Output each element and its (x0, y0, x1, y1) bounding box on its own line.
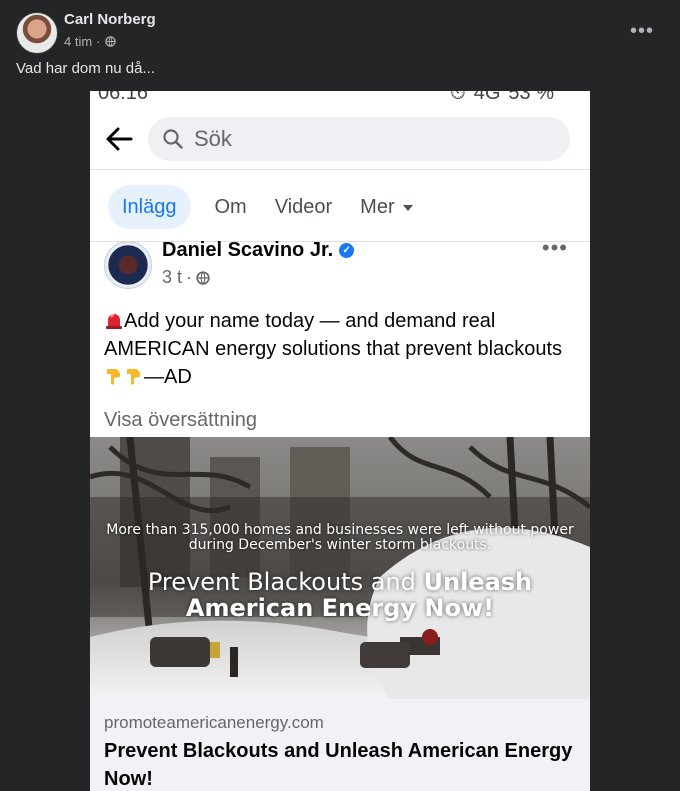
battery-level: 53 % (508, 91, 554, 104)
ad-headline: Prevent Blackouts and Unleash American E… (90, 569, 590, 621)
globe-icon (196, 270, 210, 285)
alarm-icon: ⏲ (450, 91, 466, 104)
post-meta: 4 tim · (64, 34, 116, 49)
search-icon (163, 129, 183, 149)
page-post-meta: 3 t · (162, 267, 210, 288)
search-bar[interactable] (148, 117, 570, 161)
tab-inlagg[interactable]: Inlägg (108, 185, 191, 229)
page-avatar[interactable] (104, 241, 152, 289)
post-time[interactable]: 4 tim (64, 34, 92, 49)
point-down-emoji-icon (127, 369, 140, 385)
status-time: 06:16 (98, 91, 149, 104)
embedded-screenshot[interactable]: 06:16 ⏲ 4G 53 % Inlägg Om Videor Mer Dan… (90, 91, 590, 791)
back-arrow-icon[interactable] (104, 125, 134, 153)
page-name[interactable]: Daniel Scavino Jr. (162, 239, 333, 262)
ad-image[interactable]: More than 315,000 homes and businesses w… (90, 437, 590, 699)
link-domain: promoteamericanenergy.com (104, 713, 324, 732)
point-down-emoji-icon (107, 369, 120, 385)
post-author-name[interactable]: Carl Norberg (64, 11, 156, 28)
page-post-time[interactable]: 3 t (162, 267, 182, 288)
search-input[interactable] (192, 125, 556, 153)
page-name-row: Daniel Scavino Jr. ✓ (162, 239, 355, 262)
status-icons: ⏲ 4G 53 % (450, 91, 554, 105)
tab-mer[interactable]: Mer (346, 185, 426, 229)
avatar[interactable] (16, 12, 58, 54)
tab-videor[interactable]: Videor (261, 185, 346, 229)
network-label: 4G (473, 91, 501, 104)
post-text: Vad har dom nu då... (16, 60, 155, 77)
more-options-icon[interactable]: ••• (542, 235, 568, 261)
outer-post-header: Carl Norberg 4 tim · ••• Vad har dom nu … (0, 0, 680, 91)
globe-icon (104, 36, 116, 47)
link-title[interactable]: Prevent Blackouts and Unleash American E… (104, 737, 574, 791)
link-preview[interactable]: promoteamericanenergy.com Prevent Blacko… (90, 699, 590, 791)
ad-headline-part1: Prevent Blackouts and (147, 568, 424, 596)
ad-text-overlay: More than 315,000 homes and businesses w… (90, 522, 590, 622)
divider (90, 169, 590, 170)
post-text-part2: —AD (144, 366, 192, 388)
tab-mer-label: Mer (360, 196, 395, 218)
page-post-text: Add your name today — and demand real AM… (104, 307, 574, 391)
page-tabs: Inlägg Om Videor Mer (108, 185, 427, 229)
caret-down-icon (402, 204, 413, 211)
verified-badge-icon: ✓ (339, 243, 355, 258)
siren-emoji-icon (106, 314, 122, 329)
tab-om[interactable]: Om (201, 185, 261, 229)
translate-link[interactable]: Visa översättning (104, 409, 257, 432)
meta-separator: · (96, 34, 101, 49)
meta-separator: · (186, 267, 193, 287)
ad-subtitle: More than 315,000 homes and businesses w… (106, 522, 574, 553)
more-options-icon[interactable]: ••• (630, 20, 654, 43)
status-bar: 06:16 ⏲ 4G 53 % (90, 91, 590, 105)
post-text-part1: Add your name today — and demand real AM… (104, 310, 562, 360)
